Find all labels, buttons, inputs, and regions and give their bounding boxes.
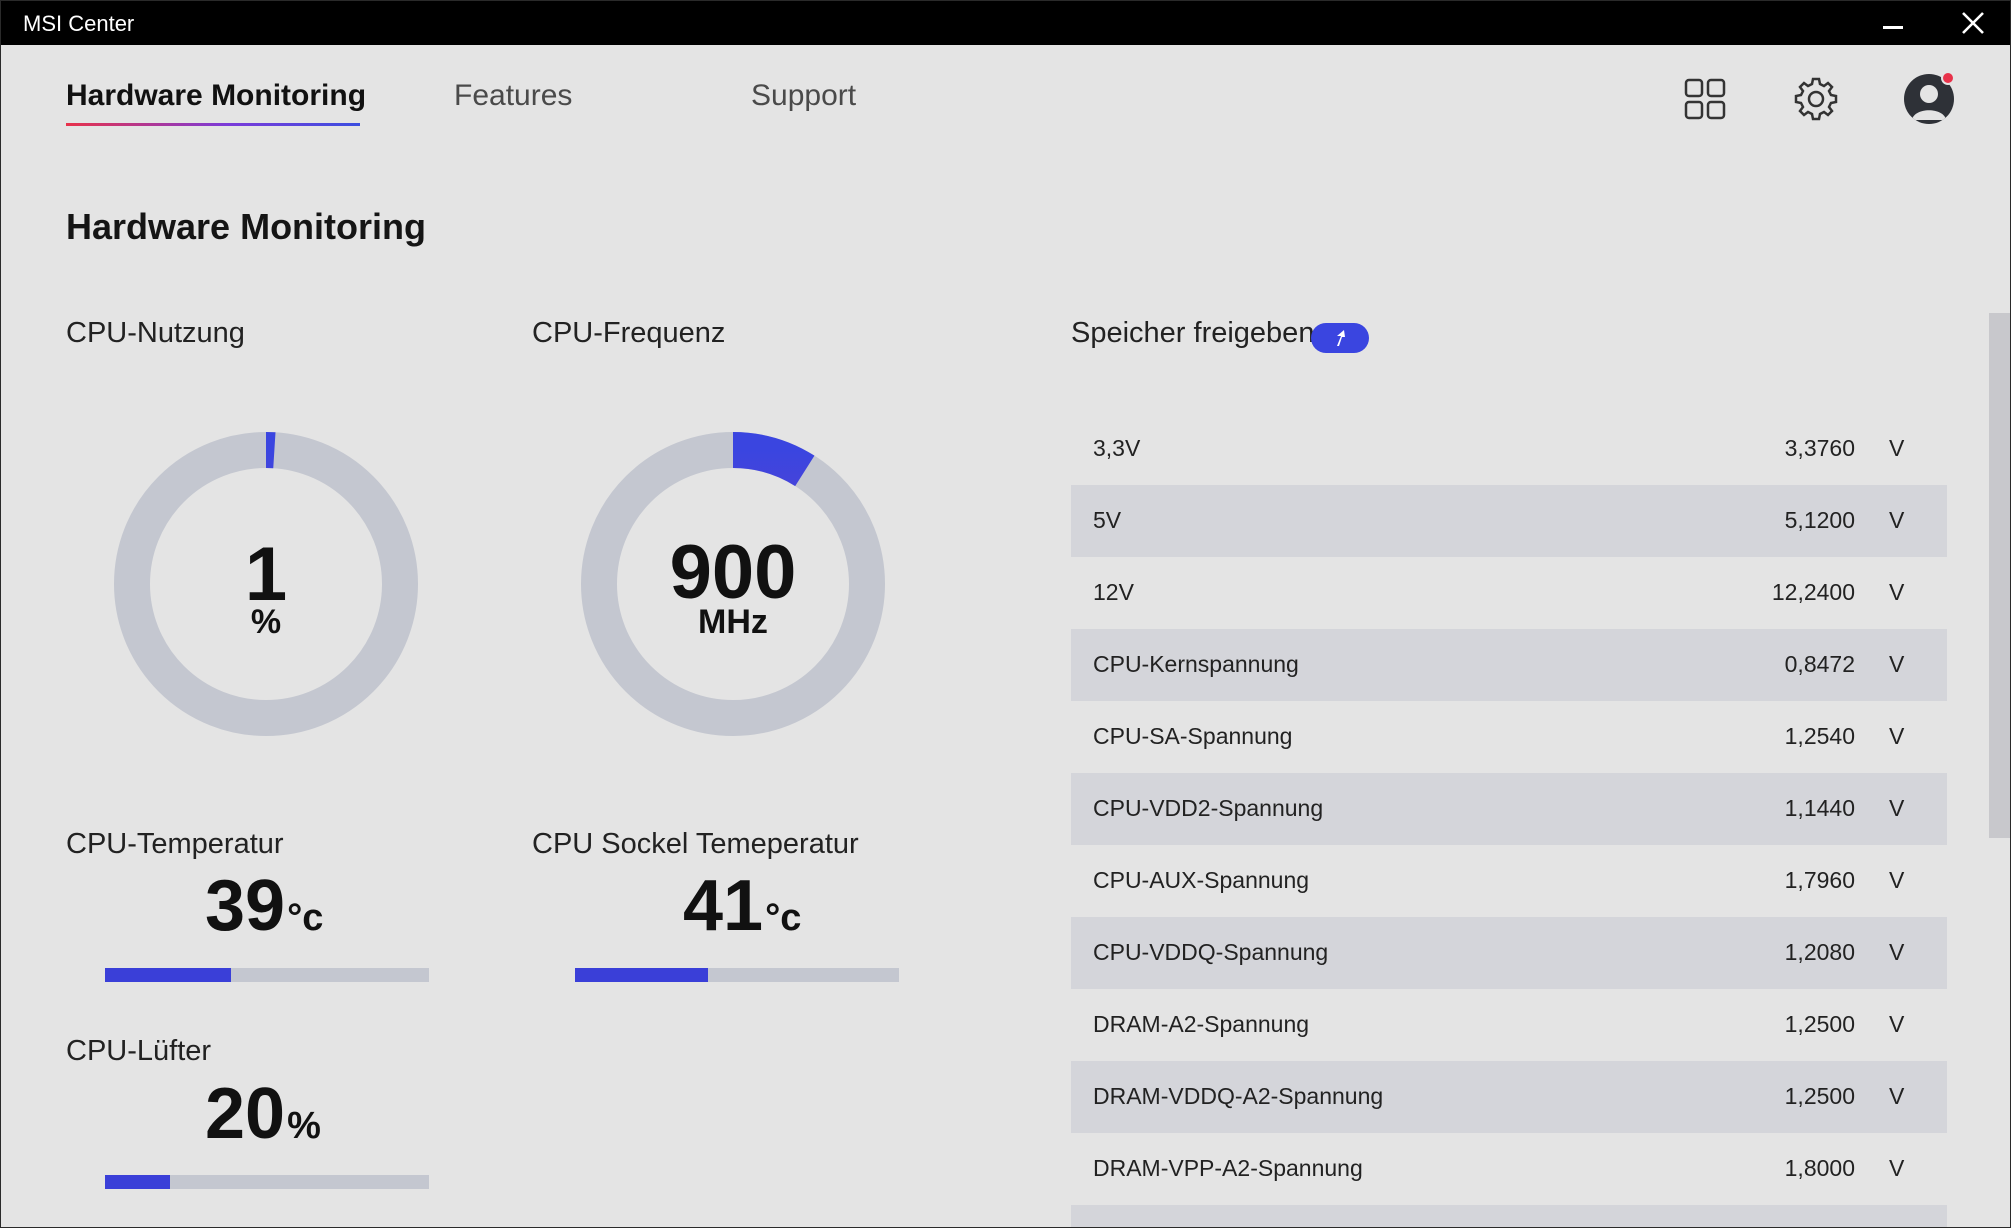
- socket-temperature-label: CPU Sockel Temeperatur: [532, 828, 859, 860]
- voltage-value: 1,7960: [1784, 867, 1855, 893]
- cpu-temperature-bar: [105, 968, 429, 982]
- voltage-name: CPU-VDD2-Spannung: [1093, 795, 1324, 821]
- voltage-value: 1,2080: [1784, 939, 1855, 965]
- cpu-fan-label: CPU-Lüfter: [66, 1035, 212, 1067]
- voltage-name: CPU-VDDQ-Spannung: [1093, 939, 1329, 965]
- voltage-unit: V: [1889, 651, 1905, 677]
- cpu-temperature-readout: 39°c: [205, 865, 323, 947]
- voltage-unit: V: [1889, 795, 1905, 821]
- voltage-name: DRAM-A2-Spannung: [1093, 1011, 1310, 1037]
- voltage-name: 12V: [1093, 579, 1134, 605]
- cpu-fan-bar: [105, 1175, 429, 1189]
- cpu-fan-readout: 20%: [205, 1073, 321, 1155]
- page-title: Hardware Monitoring: [66, 206, 427, 247]
- close-icon: [1962, 12, 1984, 34]
- cpu-usage-label: CPU-Nutzung: [66, 317, 245, 349]
- cpu-frequency-unit: MHz: [698, 603, 768, 641]
- voltage-name: CPU-Kernspannung: [1093, 651, 1299, 677]
- cpu-temperature-label: CPU-Temperatur: [66, 828, 284, 860]
- voltage-unit: V: [1889, 1083, 1905, 1109]
- free-memory-button[interactable]: [1311, 323, 1369, 353]
- voltage-value: 1,8000: [1784, 1155, 1855, 1181]
- voltage-unit: V: [1889, 867, 1905, 893]
- voltage-row: DRAM-VDDQ-A2-Spannung 1,2500 V: [1071, 1061, 1947, 1133]
- voltage-unit: V: [1889, 1155, 1905, 1181]
- minimize-icon: [1883, 25, 1903, 29]
- voltage-row: DRAM-B2-Spannung1,2500V: [1071, 1205, 1947, 1227]
- voltage-unit: V: [1889, 579, 1905, 605]
- tab-hardware-monitoring[interactable]: Hardware Monitoring: [66, 79, 366, 113]
- active-tab-indicator: [66, 123, 360, 126]
- settings-button[interactable]: [1793, 76, 1839, 127]
- socket-temperature-bar-fill: [575, 968, 708, 982]
- voltage-row: CPU-AUX-Spannung 1,7960 V: [1071, 845, 1947, 917]
- close-button[interactable]: [1943, 1, 2003, 45]
- grid-icon: [1684, 78, 1726, 120]
- cpu-usage-unit: %: [250, 603, 282, 641]
- voltage-name: 3,3V: [1093, 435, 1141, 461]
- cpu-usage-gauge: 1 %: [113, 431, 419, 737]
- cpu-frequency-gauge: 900 MHz: [580, 431, 886, 737]
- title-bar: MSI Center: [1, 1, 2010, 45]
- voltage-value: 1,2540: [1784, 723, 1855, 749]
- voltage-row: 5V 5,1200 V: [1071, 485, 1947, 557]
- voltage-name: DRAM-VDDQ-A2-Spannung: [1093, 1083, 1384, 1109]
- voltage-row: 3,3V 3,3760 V: [1071, 413, 1947, 485]
- notification-dot: [1941, 71, 1955, 85]
- cpu-temperature-bar-fill: [105, 968, 232, 982]
- boost-arrow-icon: [1337, 330, 1345, 346]
- tab-features[interactable]: Features: [454, 79, 572, 113]
- voltage-name: CPU-SA-Spannung: [1093, 723, 1293, 749]
- minimize-button[interactable]: [1863, 1, 1923, 45]
- voltage-value: 3,3760: [1784, 435, 1855, 461]
- socket-temperature-unit: °c: [765, 897, 802, 939]
- voltage-unit: V: [1889, 507, 1905, 533]
- voltage-row: CPU-Kernspannung 0,8472 V: [1071, 629, 1947, 701]
- cpu-frequency-label: CPU-Frequenz: [532, 317, 726, 349]
- voltage-value: 0,8472: [1784, 651, 1855, 677]
- voltage-name: CPU-AUX-Spannung: [1093, 867, 1310, 893]
- voltage-row: CPU-VDD2-Spannung 1,1440 V: [1071, 773, 1947, 845]
- tab-support[interactable]: Support: [751, 79, 856, 113]
- cpu-fan-bar-fill: [105, 1175, 170, 1189]
- scrollbar-thumb[interactable]: [1989, 313, 2010, 838]
- socket-temperature-bar: [575, 968, 899, 982]
- voltage-row: 12V 12,2400 V: [1071, 557, 1947, 629]
- voltage-value: 1,1440: [1784, 795, 1855, 821]
- voltage-value: 12,2400: [1771, 579, 1855, 605]
- voltage-unit: V: [1889, 939, 1905, 965]
- voltage-table: 3,3V 3,3760 V 5V 5,1200 V 12V 12,2400 V CPU-Kerns…: [1071, 413, 1947, 1227]
- cpu-fan-unit: %: [287, 1105, 321, 1147]
- cpu-fan-value: 20: [205, 1074, 286, 1154]
- socket-temperature-value: 41: [683, 866, 764, 946]
- window-title: MSI Center: [23, 11, 135, 36]
- cpu-temperature-value: 39: [205, 866, 286, 946]
- voltage-name: DRAM-VPP-A2-Spannung: [1093, 1155, 1363, 1181]
- voltage-value: 1,2500: [1784, 1083, 1855, 1109]
- gear-icon: [1794, 77, 1838, 121]
- apps-grid-button[interactable]: [1684, 78, 1726, 125]
- msi-center-window: MSI Center Hardware Monitoring Features …: [0, 0, 2011, 1228]
- voltage-value: 1,2500: [1784, 1011, 1855, 1037]
- voltage-row: DRAM-A2-Spannung 1,2500 V: [1071, 989, 1947, 1061]
- voltage-row: CPU-SA-Spannung 1,2540 V: [1071, 701, 1947, 773]
- voltage-unit: V: [1889, 1011, 1905, 1037]
- free-memory-label: Speicher freigeben: [1071, 317, 1315, 349]
- top-navigation: Hardware Monitoring Features Support: [1, 45, 2010, 145]
- voltage-row: CPU-VDDQ-Spannung 1,2080 V: [1071, 917, 1947, 989]
- voltage-unit: V: [1889, 723, 1905, 749]
- voltage-unit: V: [1889, 435, 1905, 461]
- cpu-temperature-unit: °c: [287, 897, 324, 939]
- voltage-name: 5V: [1093, 507, 1122, 533]
- socket-temperature-readout: 41°c: [683, 865, 801, 947]
- voltage-row: DRAM-VPP-A2-Spannung 1,8000 V: [1071, 1133, 1947, 1205]
- voltage-value: 5,1200: [1784, 507, 1855, 533]
